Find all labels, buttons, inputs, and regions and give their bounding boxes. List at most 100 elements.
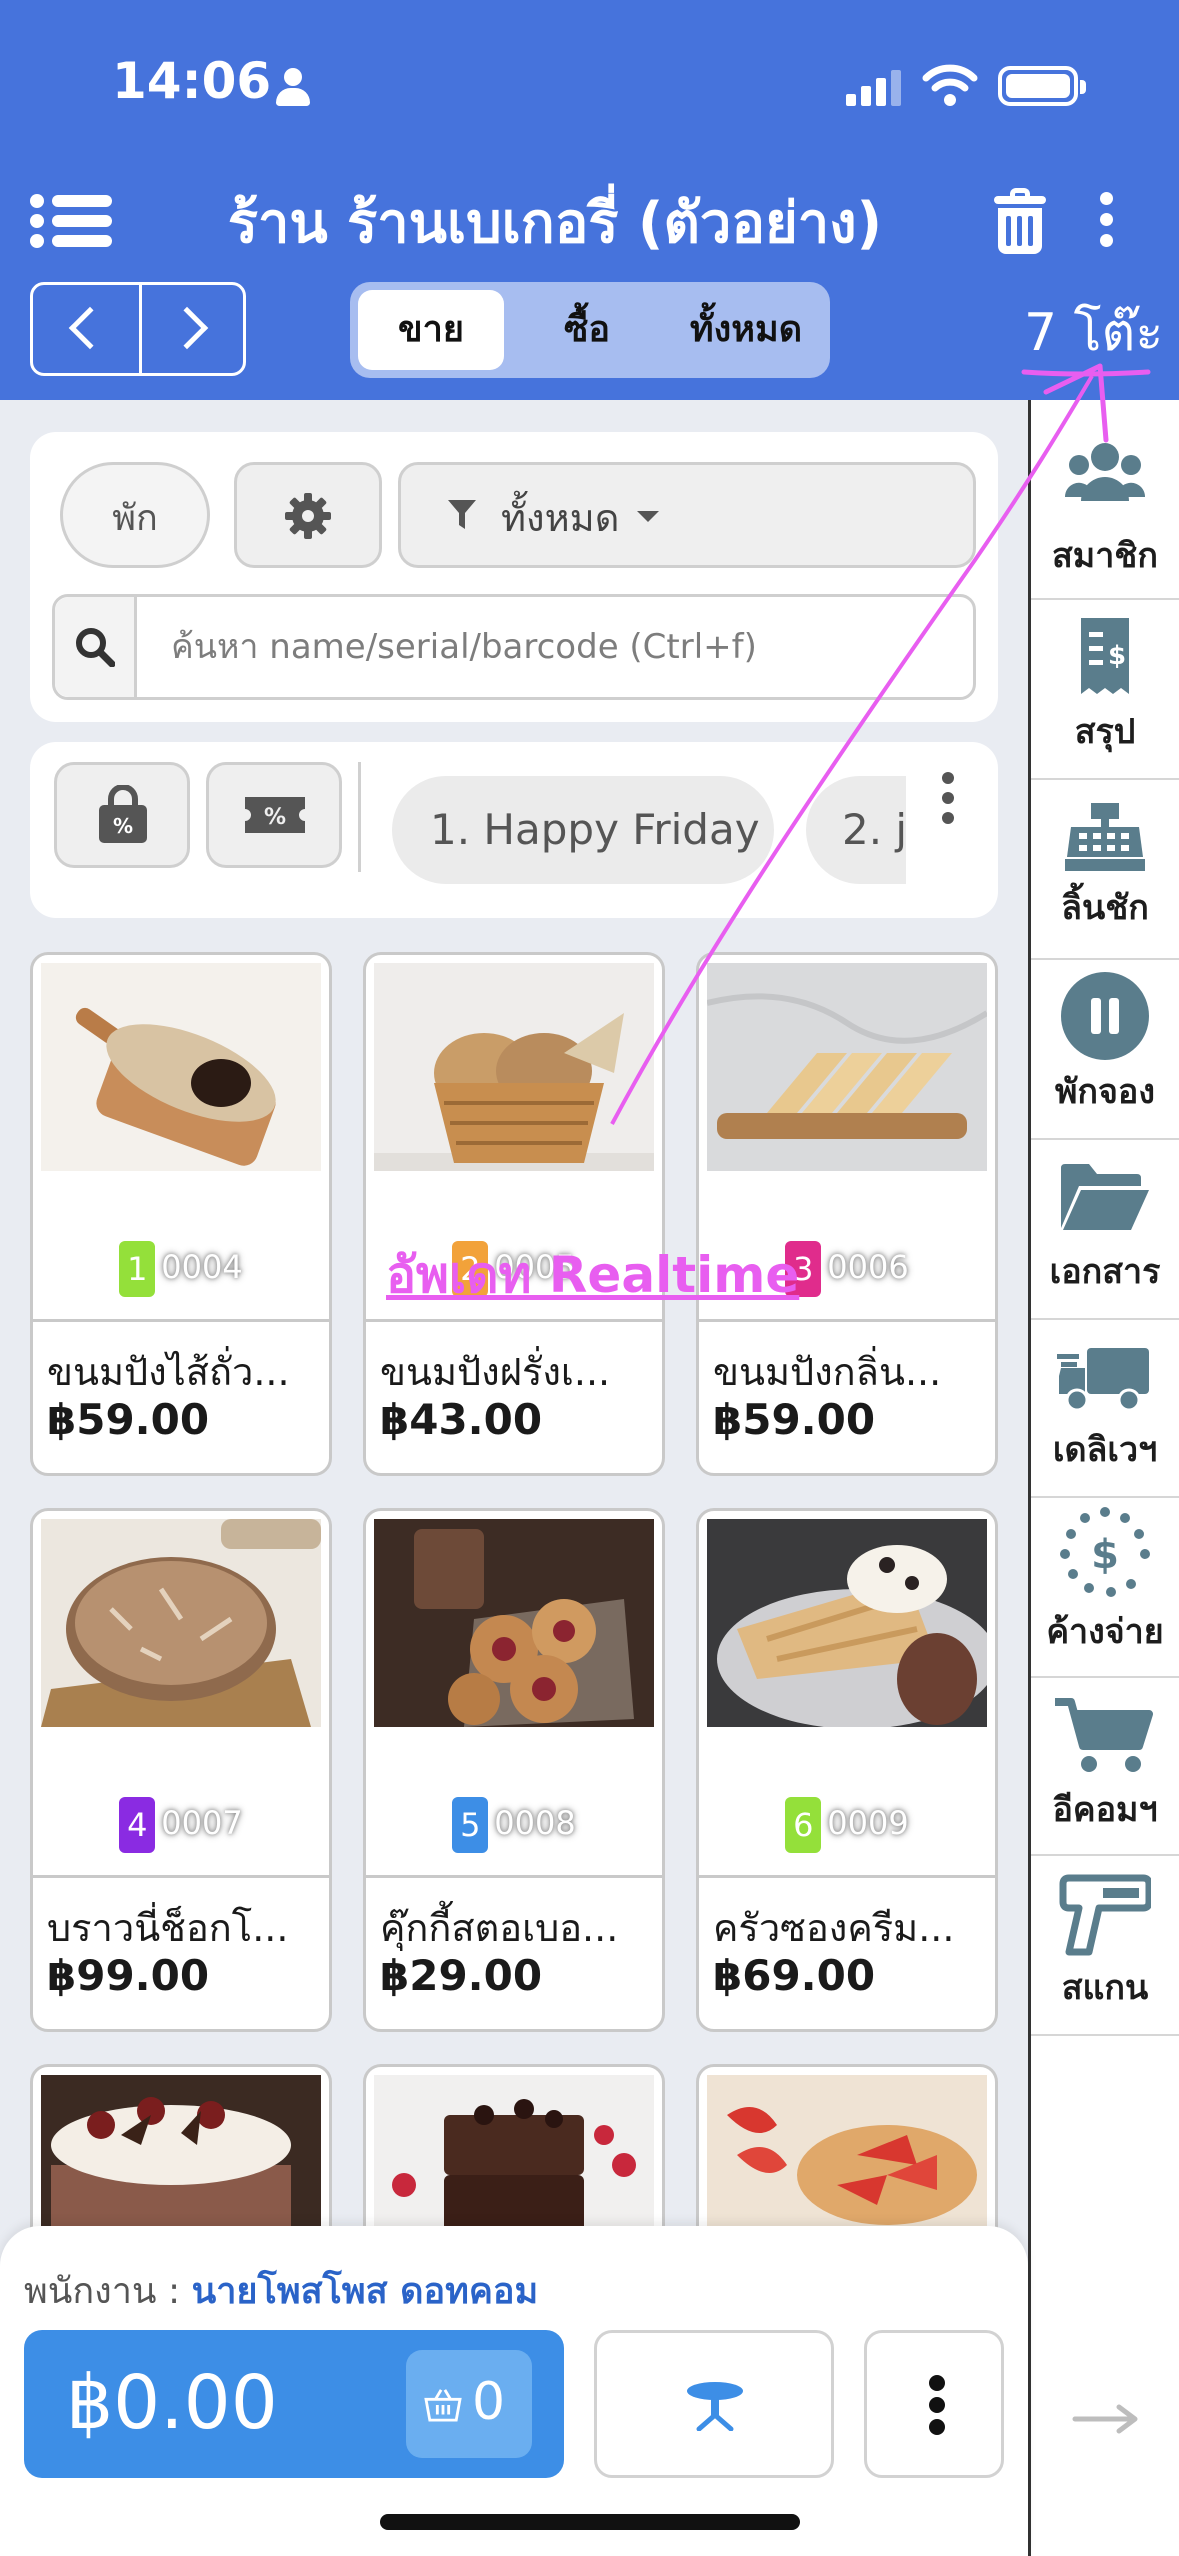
- product-price: ฿43.00: [380, 1395, 543, 1444]
- product-image: [374, 1519, 654, 1727]
- product-grid: 1 0004 ขนมปังไส้ถั่ว... ฿59.00 2 0005 ขนมป…: [0, 940, 1026, 2230]
- product-image: [41, 963, 321, 1171]
- product-image: [707, 1519, 987, 1727]
- sidebar-item-scan[interactable]: สแกน: [1031, 1856, 1179, 2036]
- forward-button[interactable]: [142, 285, 248, 373]
- product-price: ฿69.00: [713, 1951, 876, 2000]
- product-card[interactable]: 4 0007 บราวนี่ช็อกโ... ฿99.00: [30, 1508, 332, 2032]
- product-image: [41, 1519, 321, 1727]
- svg-text:%: %: [264, 805, 286, 830]
- receipt-icon: $: [1081, 618, 1129, 694]
- menu-icon[interactable]: [30, 190, 112, 250]
- promotion-item[interactable]: 2. ja: [806, 776, 906, 884]
- discount-bag-button[interactable]: %: [54, 762, 190, 868]
- folder-icon: [1061, 1164, 1149, 1230]
- product-image: [41, 2075, 321, 2230]
- product-card[interactable]: 6 0009 ครัวซองครีม... ฿69.00: [696, 1508, 998, 2032]
- product-image: [374, 963, 654, 1171]
- product-code-value: 0009: [827, 1804, 909, 1842]
- sidebar-item-label: ลิ้นชัก: [1061, 888, 1149, 928]
- sidebar-item-summary[interactable]: $ สรุป: [1031, 600, 1179, 780]
- cellular-signal-icon: [846, 70, 902, 106]
- product-card[interactable]: [30, 2064, 332, 2230]
- trash-icon[interactable]: [994, 188, 1046, 254]
- sidebar-item-label: สมาชิก: [1052, 536, 1158, 576]
- product-code: 1 0004: [33, 1241, 329, 1297]
- tables-link[interactable]: 7 โต๊ะ: [1024, 290, 1163, 373]
- cart-count-button[interactable]: 0: [406, 2350, 532, 2458]
- dollar-dots-icon: $: [1060, 1507, 1150, 1597]
- table-button[interactable]: [594, 2330, 834, 2478]
- sidebar-item-members[interactable]: สมาชิก: [1031, 400, 1179, 600]
- product-price: ฿29.00: [380, 1951, 543, 2000]
- sidebar-item-ecommerce[interactable]: อีคอมฯ: [1031, 1678, 1179, 1856]
- person-icon: [276, 68, 310, 106]
- pause-icon: [1061, 972, 1149, 1060]
- product-number-badge: 4: [119, 1797, 156, 1853]
- sidebar-item-label: สแกน: [1061, 1968, 1149, 2008]
- arrow-right-icon[interactable]: [1071, 2404, 1141, 2434]
- staff-label: พนักงาน :: [24, 2271, 181, 2312]
- product-card[interactable]: 5 0008 คุ๊กกี้สตอเบอ... ฿29.00: [363, 1508, 665, 2032]
- product-card[interactable]: 3 0006 ขนมปังกลิ่น... ฿59.00: [696, 952, 998, 1476]
- product-code: 5 0008: [366, 1797, 662, 1853]
- search-input[interactable]: [147, 607, 967, 687]
- svg-text:$: $: [1108, 641, 1126, 671]
- product-card[interactable]: 1 0004 ขนมปังไส้ถั่ว... ฿59.00: [30, 952, 332, 1476]
- sidebar-item-documents[interactable]: เอกสาร: [1031, 1140, 1179, 1320]
- product-number-badge: 6: [785, 1797, 822, 1853]
- product-price: ฿99.00: [47, 1951, 210, 2000]
- status-time: 14:06: [112, 52, 272, 110]
- product-name: ขนมปังไส้ถั่ว...: [47, 1350, 290, 1394]
- cart-icon: [1055, 1698, 1153, 1772]
- product-card[interactable]: [363, 2064, 665, 2230]
- sidebar-item-drawer[interactable]: ลิ้นชัก: [1031, 780, 1179, 960]
- settings-button[interactable]: [234, 462, 382, 568]
- sidebar-item-delivery[interactable]: เดลิเวฯ: [1031, 1320, 1179, 1498]
- sidebar-item-label: เดลิเวฯ: [1052, 1430, 1158, 1470]
- product-price: ฿59.00: [47, 1395, 210, 1444]
- tab-buy[interactable]: ซื้อ: [514, 290, 660, 370]
- scanner-icon: [1059, 1874, 1151, 1956]
- product-price: ฿59.00: [713, 1395, 876, 1444]
- promotion-item[interactable]: 1. Happy Friday: [392, 776, 774, 884]
- hold-button[interactable]: พัก: [60, 462, 210, 568]
- product-name: คุ๊กกี้สตอเบอ...: [380, 1906, 619, 1950]
- more-options-icon[interactable]: [1098, 190, 1116, 250]
- back-button[interactable]: [33, 285, 139, 373]
- hold-label: พัก: [112, 498, 158, 539]
- caret-down-icon: [637, 511, 659, 522]
- filter-label: ทั้งหมด: [501, 496, 620, 540]
- product-card[interactable]: 2 0005 ขนมปังฝรั่งเ... ฿43.00: [363, 952, 665, 1476]
- product-name: ครัวซองครีม...: [713, 1906, 955, 1950]
- category-filter-dropdown[interactable]: ทั้งหมด: [398, 462, 976, 568]
- wifi-icon: [922, 64, 978, 106]
- promotion-divider: [358, 762, 361, 872]
- home-indicator: [380, 2514, 800, 2530]
- product-card[interactable]: [696, 2064, 998, 2230]
- product-code-value: 0007: [161, 1804, 243, 1842]
- staff-info: พนักงาน : นายโพสโพส ดอทคอม: [24, 2262, 538, 2319]
- mode-segment: ขาย ซื้อ ทั้งหมด: [350, 282, 830, 378]
- shopping-bag-percent-icon: %: [99, 785, 147, 843]
- more-options-button[interactable]: [864, 2330, 1004, 2478]
- search-box: [52, 594, 976, 700]
- sidebar-item-label: พักจอง: [1055, 1072, 1155, 1112]
- product-code-value: 0008: [494, 1804, 576, 1842]
- sidebar-item-hold[interactable]: พักจอง: [1031, 960, 1179, 1140]
- total-button[interactable]: ฿0.00 0: [24, 2330, 564, 2478]
- product-image: [707, 963, 987, 1171]
- tab-sell[interactable]: ขาย: [358, 290, 504, 370]
- sidebar-item-outstanding[interactable]: $ ค้างจ่าย: [1031, 1498, 1179, 1678]
- coupon-button[interactable]: %: [206, 762, 342, 868]
- coupon-percent-icon: %: [245, 797, 305, 833]
- product-name: ขนมปังกลิ่น...: [713, 1350, 942, 1394]
- promotion-more-icon[interactable]: [940, 772, 960, 834]
- basket-icon: [424, 2389, 462, 2422]
- tab-all[interactable]: ทั้งหมด: [670, 290, 822, 370]
- page-title: ร้าน ร้านเบเกอรี่ (ตัวอย่าง): [227, 191, 883, 256]
- svg-text:$: $: [1091, 1532, 1119, 1578]
- product-name: บราวนี่ช็อกโ...: [47, 1906, 289, 1950]
- product-name: ขนมปังฝรั่งเ...: [380, 1350, 611, 1394]
- sidebar-item-label: เอกสาร: [1049, 1252, 1161, 1292]
